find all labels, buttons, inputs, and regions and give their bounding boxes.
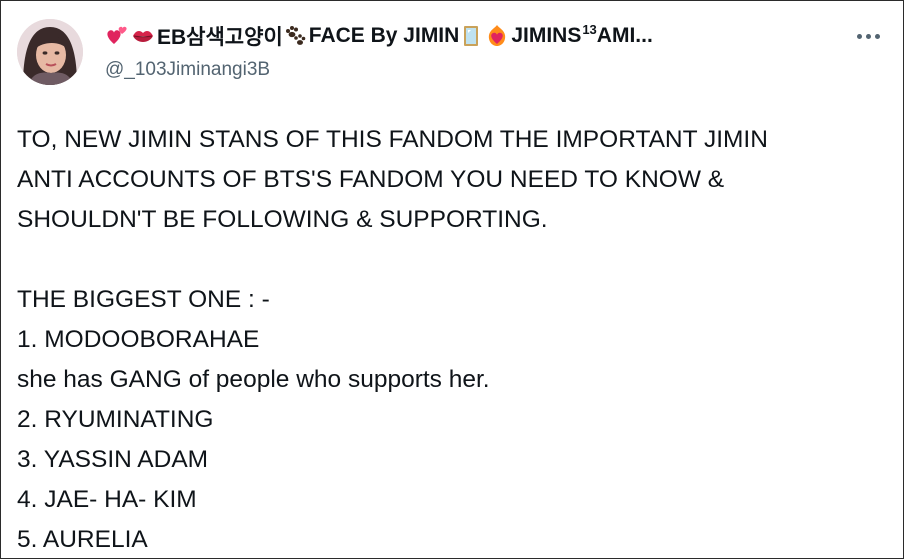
tweet-text-line: ANTI ACCOUNTS OF BTS'S FANDOM YOU NEED T… bbox=[17, 166, 725, 193]
list-item: 4. JAE- HA- KIM bbox=[17, 486, 197, 513]
list-item: 2. RYUMINATING bbox=[17, 406, 214, 433]
heart-on-fire-icon bbox=[485, 24, 509, 48]
name-superscript: 13 bbox=[582, 21, 597, 37]
paw-prints-icon bbox=[283, 24, 307, 48]
list-item: 3. YASSIN ADAM bbox=[17, 446, 209, 473]
ellipsis-icon bbox=[865, 33, 871, 39]
user-handle[interactable]: @_103Jiminangi3B bbox=[105, 59, 270, 81]
ellipsis-icon bbox=[856, 33, 862, 39]
display-name[interactable]: EB삼색고양이 FACE By JIMIN JIMINS 13 AMI... bbox=[105, 21, 653, 51]
tweet-text-line: SHOULDN'T BE FOLLOWING & SUPPORTING. bbox=[17, 206, 548, 233]
name-part-ami: AMI... bbox=[596, 24, 653, 47]
avatar[interactable] bbox=[17, 19, 83, 85]
tweet-text-line: THE BIGGEST ONE : - bbox=[17, 286, 270, 313]
more-options-button[interactable] bbox=[851, 26, 885, 46]
name-part-korean: EB삼색고양이 bbox=[157, 26, 283, 49]
name-part-jimins: JIMINS bbox=[511, 24, 582, 47]
kiss-mark-icon bbox=[131, 24, 155, 48]
list-item: 1. MODOOBORAHAE bbox=[17, 326, 260, 353]
tweet-card: EB삼색고양이 FACE By JIMIN JIMINS 13 AMI... @… bbox=[0, 0, 904, 559]
list-item: 5. AURELIA bbox=[17, 526, 148, 553]
tweet-text-line: she has GANG of people who supports her. bbox=[17, 366, 490, 393]
tweet-text: TO, NEW JIMIN STANS OF THIS FANDOM THE I… bbox=[17, 120, 897, 558]
name-part-face-by-jimin: FACE By JIMIN bbox=[308, 24, 460, 47]
ellipsis-icon bbox=[874, 33, 880, 39]
tweet-text-line: TO, NEW JIMIN STANS OF THIS FANDOM THE I… bbox=[17, 126, 768, 153]
mirror-icon bbox=[459, 24, 483, 48]
two-hearts-icon bbox=[105, 24, 129, 48]
